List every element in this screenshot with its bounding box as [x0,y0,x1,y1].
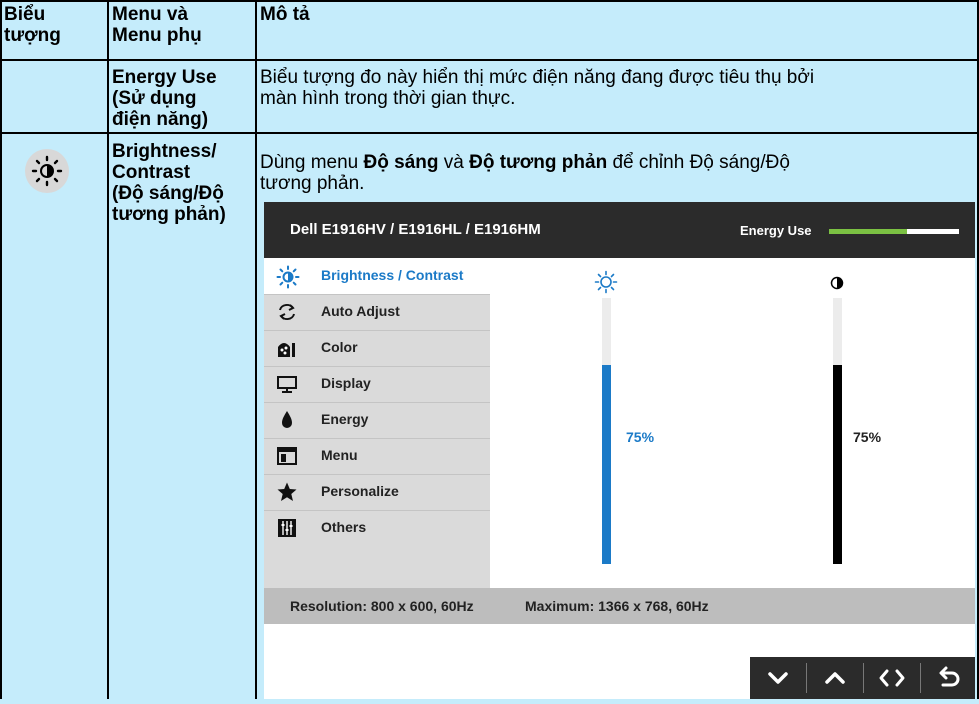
osd-menu-separator [264,366,490,367]
osd-menu-item-label: Energy [321,411,369,427]
osd-nav-buttons [750,657,975,699]
nav-left-right-button[interactable] [864,657,920,699]
osd-menu-item-label: Brightness / Contrast [321,267,464,283]
brightness-value: 75% [626,429,655,445]
osd-menu-item[interactable]: Energy [264,402,490,438]
back-icon [939,666,960,687]
header-desc-col: Mô tả [260,4,310,25]
osd-menu-item[interactable]: Display [264,366,490,402]
row1-menu-cell: Energy Use (Sử dụng điện năng) [112,67,217,130]
chevron-down-icon [768,672,788,684]
row2-icon-badge [25,149,69,193]
osd-menu-item[interactable]: Menu [264,438,490,474]
osd-menu-separator [264,474,490,475]
row2-desc-line2: tương phản. [260,173,365,194]
contrast-slider-icon [830,276,844,290]
energy-icon [276,409,298,431]
color-icon [276,337,298,359]
osd-menu-separator [264,294,490,295]
header-icon-line2: tượng [4,25,61,46]
row2-desc-cell: Dùng menu Độ sáng và Độ tương phản để ch… [260,152,790,194]
col-border-left [0,0,2,699]
row2-menu-cell: Brightness/ Contrast (Độ sáng/Độ tương p… [112,141,226,225]
energy-use-bar [829,229,959,234]
row2-desc-line1: Dùng menu Độ sáng và Độ tương phản để ch… [260,152,790,173]
row2-menu-line2: Contrast [112,162,191,183]
brightness-slider[interactable] [602,298,611,564]
nav-up-button[interactable] [807,657,863,699]
row1-menu-line3: điện năng) [112,109,209,130]
row1-menu-line2: (Sử dụng [112,88,197,109]
contrast-slider-fill [833,364,842,564]
osd-model-title: Dell E1916HV / E1916HL / E1916HM [290,221,541,238]
star-icon [276,481,298,503]
header-icon-col: Biểu tượng [4,4,61,46]
chevron-up-icon [825,672,845,684]
others-icon [276,517,298,539]
osd-menu-item-label: Personalize [321,483,399,499]
status-resolution: Resolution: 800 x 600, 60Hz [290,598,474,614]
row2-menu-line4: tương phản) [112,204,226,225]
osd-menu-panel: Brightness / Contrast Auto Adjust Color Dis… [264,258,490,588]
osd-menu-item[interactable]: Others [264,510,490,546]
row1-bottom-border [0,132,979,134]
brightness-icon [31,155,63,187]
osd-menu-item-label: Display [321,375,371,391]
brightness-slider-fill [602,364,611,564]
col-border-1 [107,0,109,699]
header-menu-col: Menu và Menu phụ [112,4,202,46]
osd-menu-item-label: Others [321,519,367,535]
row1-desc-cell: Biểu tượng đo này hiển thị mức điện năng… [260,67,814,109]
osd-status-bar: Resolution: 800 x 600, 60Hz Maximum: 136… [264,588,975,624]
energy-use-fill [829,229,907,234]
row2-desc-bold1: Độ sáng [363,152,439,173]
osd-menu-item[interactable]: Personalize [264,474,490,510]
row1-menu-line1: Energy Use [112,67,217,88]
display-icon [276,373,298,395]
row1-desc-line2: màn hình trong thời gian thực. [260,88,516,109]
osd-screenshot: Dell E1916HV / E1916HL / E1916HM Energy … [264,202,975,699]
row2-menu-line3: (Độ sáng/Độ [112,183,224,204]
osd-menu-separator [264,402,490,403]
osd-menu-item-label: Color [321,339,358,355]
osd-menu-item[interactable]: Color [264,330,490,366]
left-right-icon [879,669,905,687]
osd-menu-item-label: Auto Adjust [321,303,400,319]
brightness-icon [276,265,300,289]
header-menu-line2: Menu phụ [112,25,202,46]
nav-back-button[interactable] [921,657,977,699]
header-menu-line1: Menu và [112,4,189,25]
osd-menu-separator [264,438,490,439]
row2-menu-line1: Brightness/ [112,141,217,162]
osd-menu-separator [264,330,490,331]
row2-desc-mid: và [438,152,470,173]
contrast-slider[interactable] [833,298,842,564]
brightness-slider-icon [594,270,618,294]
row1-desc-line1: Biểu tượng đo này hiển thị mức điện năng… [260,67,815,88]
osd-menu-item[interactable]: Auto Adjust [264,294,490,330]
table-top-border [0,0,979,2]
auto-adjust-icon [276,301,298,323]
row2-desc-pre: Dùng menu [260,152,364,173]
osd-energy-label: Energy Use [740,223,812,238]
row2-desc-bold2: Độ tương phản [469,152,608,173]
status-maximum: Maximum: 1366 x 768, 60Hz [525,598,709,614]
nav-down-button[interactable] [750,657,806,699]
osd-menu-item[interactable]: Brightness / Contrast [264,258,490,294]
header-bottom-border [0,59,979,61]
col-border-2 [255,0,257,699]
menu-icon [276,445,298,467]
contrast-value: 75% [853,429,882,445]
osd-menu-separator [264,510,490,511]
osd-header: Dell E1916HV / E1916HL / E1916HM Energy … [264,202,975,258]
osd-menu-item-label: Menu [321,447,358,463]
row2-desc-post: để chỉnh Độ sáng/Độ [607,152,790,173]
header-icon-line1: Biểu [4,4,46,25]
